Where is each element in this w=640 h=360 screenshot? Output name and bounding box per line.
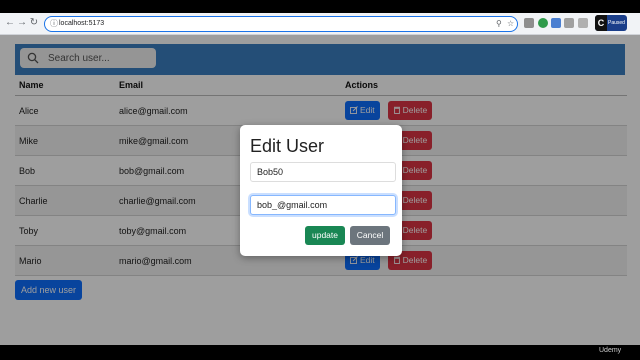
cancel-button[interactable]: Cancel xyxy=(350,226,390,245)
extension-icon[interactable] xyxy=(551,18,561,28)
email-field[interactable] xyxy=(250,195,396,215)
extension-icon[interactable] xyxy=(524,18,534,28)
edit-user-modal: Edit User update Cancel xyxy=(240,125,402,256)
profile-label: Paused xyxy=(608,20,625,26)
url-text: localhost:5173 xyxy=(59,20,105,27)
side-panel-icon[interactable] xyxy=(578,18,588,28)
reload-icon[interactable]: ↻ xyxy=(27,16,41,30)
name-field[interactable] xyxy=(250,162,396,182)
update-button[interactable]: update xyxy=(305,226,345,245)
avatar: C xyxy=(595,15,607,31)
zoom-icon[interactable]: ⚲ xyxy=(496,17,502,31)
extension-icon[interactable] xyxy=(538,18,548,28)
bookmark-star-icon[interactable]: ☆ xyxy=(507,17,514,31)
address-bar[interactable]: ⓘ localhost:5173 ⚲ ☆ xyxy=(44,16,518,32)
puzzle-icon[interactable] xyxy=(564,18,574,28)
browser-toolbar: ← → ↻ ⓘ localhost:5173 ⚲ ☆ C Paused xyxy=(0,13,640,35)
site-info-icon[interactable]: ⓘ xyxy=(50,17,58,31)
profile-chip[interactable]: C Paused xyxy=(595,15,627,31)
modal-title: Edit User xyxy=(250,136,325,156)
watermark: Udemy xyxy=(599,347,622,354)
